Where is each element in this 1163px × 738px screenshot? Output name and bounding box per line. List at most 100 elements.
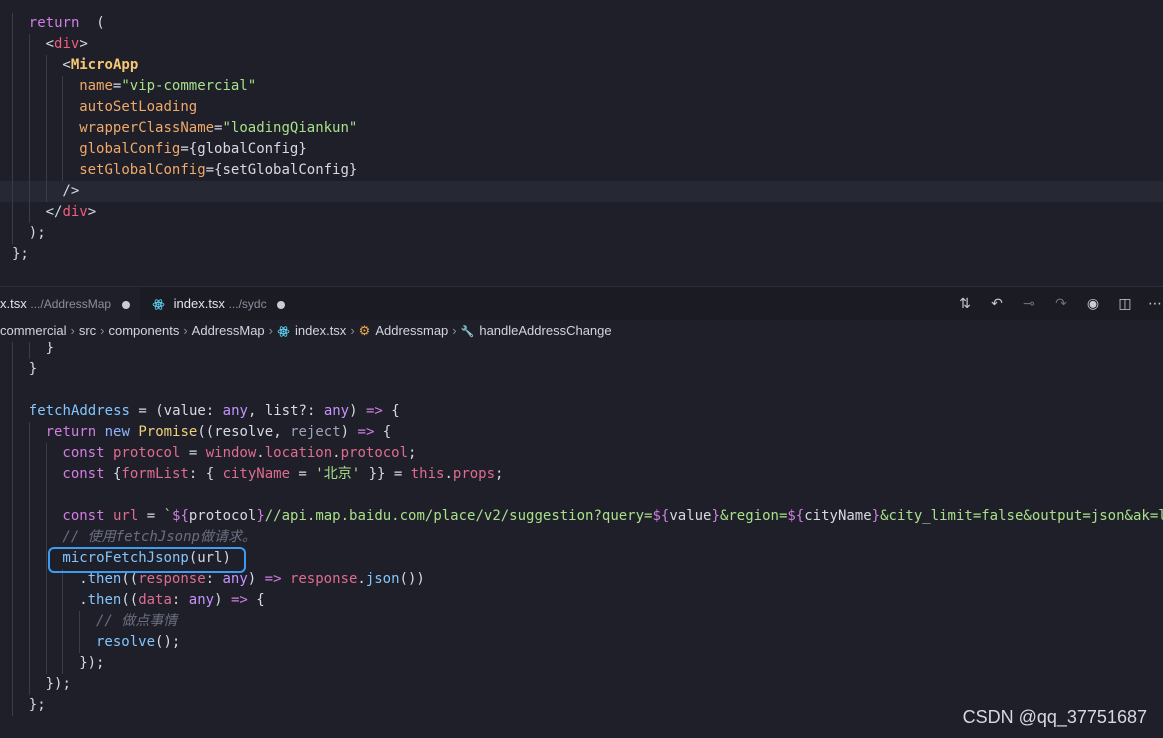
go-forward-icon[interactable]: ↷: [1052, 295, 1070, 313]
code-line[interactable]: };: [0, 244, 1163, 265]
code-line[interactable]: const url = `${protocol}//api.map.baidu.…: [0, 506, 1163, 527]
code-line[interactable]: // 做点事情: [0, 611, 1163, 632]
code-token: location: [264, 445, 333, 461]
editor-pane-bottom[interactable]: }} fetchAddress = (value: any, list?: any…: [0, 342, 1163, 738]
breadcrumb-item[interactable]: handleAddressChange: [479, 323, 611, 338]
code-line[interactable]: });: [0, 653, 1163, 674]
code-line[interactable]: }: [0, 359, 1163, 380]
code-token: name: [79, 78, 113, 94]
code-line[interactable]: name="vip-commercial": [0, 76, 1163, 97]
code-line[interactable]: const protocol = window.location.protoco…: [0, 443, 1163, 464]
code-line[interactable]: [0, 485, 1163, 506]
code-line[interactable]: autoSetLoading: [0, 97, 1163, 118]
code-line[interactable]: // 使用fetchJsonp做请求。: [0, 527, 1163, 548]
code-token: &city_limit=false&output=json&ak=l: [880, 508, 1163, 524]
code-line[interactable]: <div>: [0, 34, 1163, 55]
indent-guide: [28, 202, 30, 223]
breadcrumb-item[interactable]: Addressmap: [375, 323, 448, 338]
indent-guide: [45, 485, 47, 506]
code-line[interactable]: </div>: [0, 202, 1163, 223]
breadcrumb-item[interactable]: index.tsx: [295, 323, 346, 338]
code-token: new: [104, 424, 130, 440]
compare-changes-icon[interactable]: ⇅: [956, 295, 974, 313]
commit-icon[interactable]: ⊸: [1020, 295, 1038, 313]
git-lens-icon[interactable]: ◉: [1084, 295, 1102, 313]
code-line[interactable]: [0, 380, 1163, 401]
code-line[interactable]: setGlobalConfig={setGlobalConfig}: [0, 160, 1163, 181]
indent-guide: [12, 76, 13, 97]
code-token: (: [79, 15, 105, 31]
code-token: ${: [172, 508, 189, 524]
code-token: });: [79, 655, 105, 671]
code-line[interactable]: );: [0, 223, 1163, 244]
indent-guide: [12, 380, 13, 401]
code-line[interactable]: .then((data: any) => {: [0, 590, 1163, 611]
code-line[interactable]: return (: [0, 13, 1163, 34]
breadcrumb-item[interactable]: src: [79, 323, 96, 338]
breadcrumb-item[interactable]: components: [109, 323, 180, 338]
code-text: // 做点事情: [96, 611, 177, 632]
split-editor-icon[interactable]: ◫: [1116, 295, 1134, 313]
code-line[interactable]: return new Promise((resolve, reject) => …: [0, 422, 1163, 443]
code-line[interactable]: fetchAddress = (value: any, list?: any) …: [0, 401, 1163, 422]
more-actions-icon[interactable]: ⋯: [1146, 295, 1163, 313]
indent-guide: [45, 632, 47, 653]
tab-sydc-index[interactable]: index.tsx .../sydc: [140, 287, 295, 321]
indent-guide: [45, 590, 47, 611]
code-token: setGlobalConfig: [79, 162, 206, 178]
indent-guide: [28, 464, 30, 485]
indent-guide: [12, 548, 13, 569]
code-token: ()): [399, 571, 425, 587]
indent-guide: [45, 97, 47, 118]
tab-address-map-index[interactable]: x.tsx .../AddressMap: [0, 287, 140, 321]
indent-guide: [12, 181, 13, 202]
breadcrumb-item[interactable]: AddressMap: [192, 323, 265, 338]
indent-guide: [62, 118, 64, 139]
code-line[interactable]: resolve();: [0, 632, 1163, 653]
tab-file-path: .../sydc: [228, 297, 267, 311]
indent-guide: [12, 632, 13, 653]
indent-guide: [12, 485, 13, 506]
code-line[interactable]: />: [0, 181, 1163, 202]
indent-guide: [28, 548, 30, 569]
indent-guide: [79, 611, 81, 632]
code-token: // 做点事情: [96, 613, 178, 629]
code-line[interactable]: });: [0, 674, 1163, 695]
indent-guide: [28, 160, 30, 181]
breadcrumb-item[interactable]: commercial: [0, 323, 66, 338]
go-back-icon[interactable]: ↶: [988, 295, 1006, 313]
code-line[interactable]: }: [0, 342, 1163, 359]
indent-guide: [28, 590, 30, 611]
code-token: =: [290, 466, 316, 482]
indent-guide: [28, 506, 30, 527]
code-text: }: [46, 342, 54, 359]
code-token: />: [62, 183, 80, 199]
code-token: ((: [121, 592, 139, 608]
code-token: value: [669, 508, 712, 524]
indent-guide: [12, 34, 13, 55]
indent-guide: [28, 674, 30, 695]
indent-guide: [12, 674, 13, 695]
code-line[interactable]: wrapperClassName="loadingQiankun": [0, 118, 1163, 139]
code-token: =>: [264, 571, 282, 587]
indent-guide: [45, 548, 47, 569]
code-line[interactable]: <MicroApp: [0, 55, 1163, 76]
indent-guide: [12, 359, 13, 380]
code-token: protocol: [188, 508, 257, 524]
indent-guide: [12, 223, 13, 244]
code-token: // 使用fetchJsonp做请求。: [62, 529, 256, 545]
indent-guide: [12, 611, 13, 632]
code-token: formList: [121, 466, 189, 482]
code-text: }: [29, 359, 37, 380]
code-line[interactable]: globalConfig={globalConfig}: [0, 139, 1163, 160]
code-token: ): [349, 403, 366, 419]
react-icon: [152, 299, 165, 310]
indent-guide: [28, 76, 30, 97]
indent-guide: [45, 139, 47, 160]
indent-guide: [45, 181, 47, 202]
indent-guide: [12, 13, 13, 34]
code-line[interactable]: const {formList: { cityName = '北京' }} = …: [0, 464, 1163, 485]
indent-guide: [12, 97, 13, 118]
indent-guide: [28, 569, 30, 590]
editor-pane-top[interactable]: return (<div> <MicroApp name="vip-commerci…: [0, 0, 1163, 286]
